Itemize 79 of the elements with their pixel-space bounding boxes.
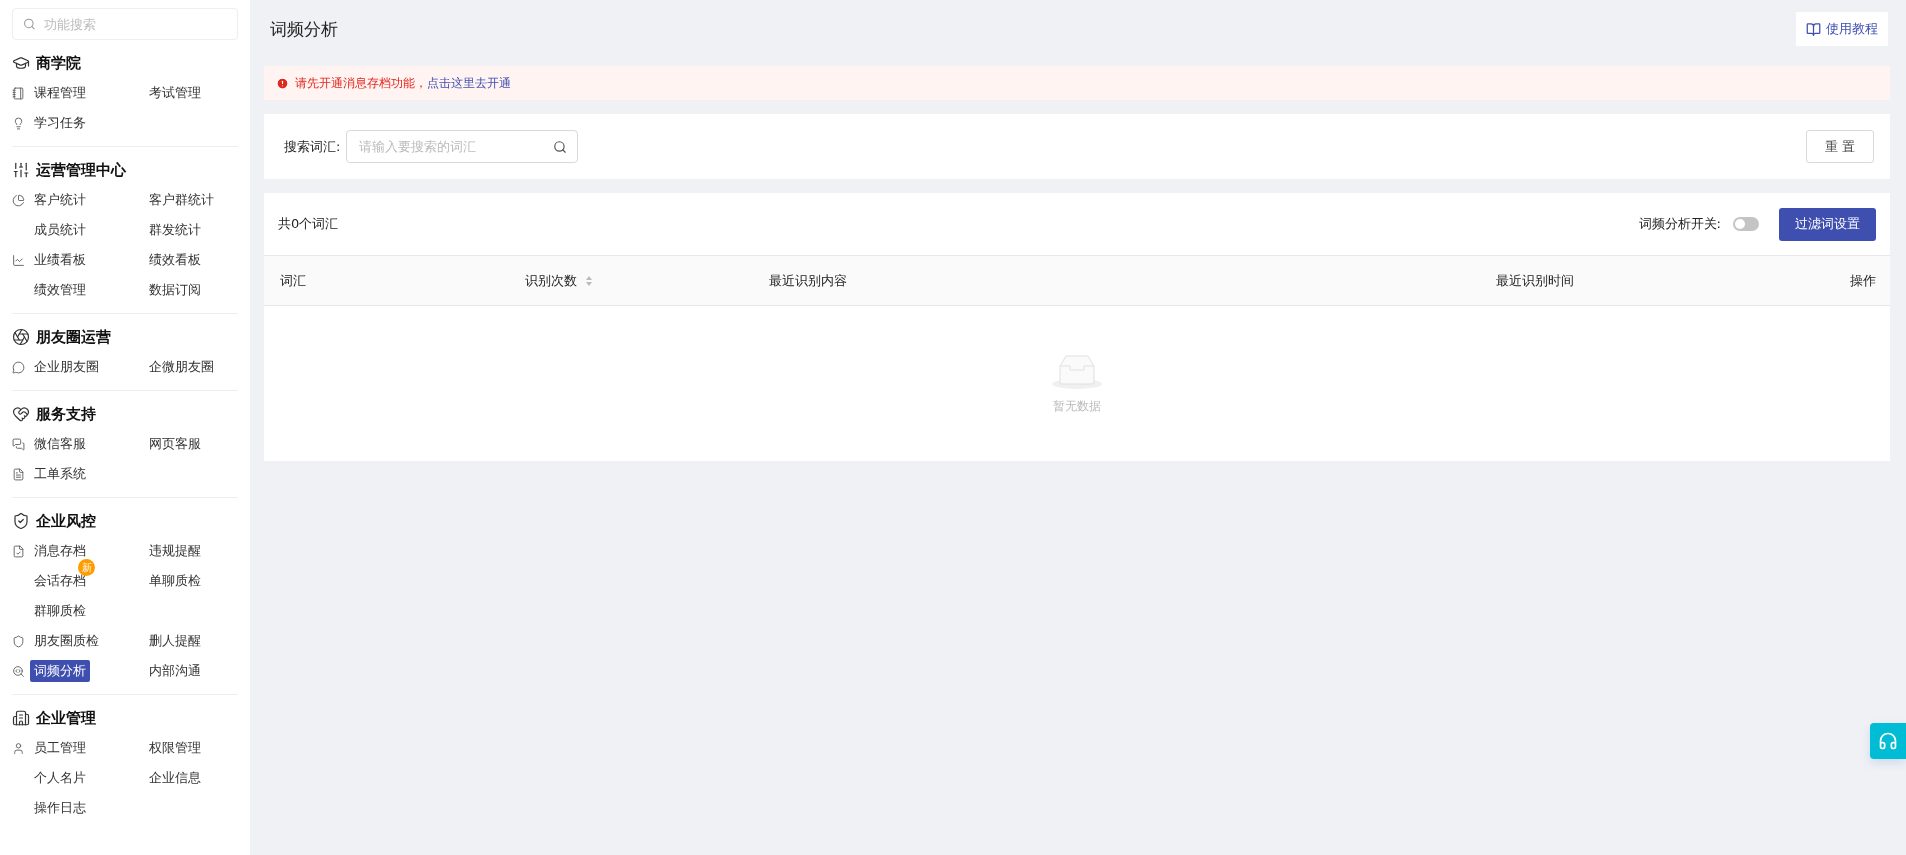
menu-item[interactable]: 单聊质检 [145, 570, 205, 592]
menu-item[interactable]: 群聊质检 [30, 600, 90, 622]
document-icon [12, 467, 25, 481]
graduation-cap-icon [12, 54, 30, 72]
section-title: 运营管理中心 [36, 160, 126, 180]
filter-words-button[interactable]: 过滤词设置 [1779, 207, 1876, 241]
word-count: 共0个词汇 [278, 215, 339, 233]
search-input[interactable]: 功能搜索 [41, 9, 227, 39]
menu-item[interactable]: 个人名片 [30, 767, 90, 789]
menu-item[interactable]: 员工管理 [30, 737, 90, 759]
reset-button[interactable]: 重 置 [1805, 130, 1874, 163]
menu-item[interactable]: 权限管理 [145, 737, 205, 759]
sliders-icon [12, 161, 30, 179]
sort-icon[interactable] [585, 274, 593, 287]
aperture-icon [12, 328, 30, 346]
menu-item[interactable]: 操作日志 [30, 797, 90, 819]
headset-icon [1878, 731, 1898, 751]
alert-icon [276, 76, 289, 90]
section-title: 朋友圈运营 [36, 327, 111, 347]
menu-item[interactable]: 内部沟通 [145, 660, 205, 682]
menu-item[interactable]: 朋友圈质检 [30, 630, 103, 652]
field-label: 搜索词汇: [284, 137, 341, 156]
section-title: 商学院 [36, 53, 81, 73]
pie-chart-icon [12, 193, 25, 207]
feature-search-field[interactable]: 功能搜索 [12, 8, 238, 40]
menu-item[interactable]: 业绩看板 [30, 249, 90, 271]
word-search-field[interactable]: 请输入要搜索的词汇 [346, 130, 579, 163]
menu-item[interactable]: 学习任务 [30, 112, 90, 134]
notebook-icon [12, 86, 25, 100]
menu-item[interactable]: 成员统计 [30, 219, 90, 241]
shield-check-icon [12, 512, 30, 530]
column-header: 识别次数 [525, 271, 577, 290]
column-header: 操作 [1850, 271, 1876, 290]
building-icon [12, 709, 30, 727]
column-header: 最近识别内容 [769, 271, 847, 290]
support-button[interactable] [1870, 723, 1906, 759]
speech-bubble-icon [12, 360, 25, 374]
line-chart-icon [12, 253, 25, 267]
menu-item[interactable]: 工单系统 [30, 463, 90, 485]
section-title: 企业风控 [36, 511, 96, 531]
shield-icon [12, 634, 25, 648]
chat-bubbles-icon [12, 437, 25, 451]
lightbulb-icon [12, 116, 25, 130]
menu-item[interactable]: 考试管理 [145, 82, 205, 104]
menu-item[interactable]: 词频分析 [30, 660, 90, 682]
menu-item[interactable]: 数据订阅 [145, 279, 205, 301]
menu-item[interactable]: 企微朋友圈 [145, 356, 218, 378]
search-icon [553, 139, 568, 154]
activate-link[interactable]: 点击这里去开通 [427, 74, 511, 92]
menu-item[interactable]: 微信客服 [30, 433, 90, 455]
empty-text: 暂无数据 [1053, 398, 1101, 415]
column-header: 最近识别时间 [1496, 271, 1574, 290]
menu-item[interactable]: 课程管理 [30, 82, 90, 104]
menu-item[interactable]: 企业朋友圈 [30, 356, 103, 378]
menu-item[interactable]: 群发统计 [145, 219, 205, 241]
book-icon [1806, 21, 1821, 37]
menu-item[interactable]: 违规提醒 [145, 540, 205, 562]
switch-label: 词频分析开关: [1638, 215, 1721, 233]
menu-item[interactable]: 消息存档 [30, 540, 90, 562]
menu-item[interactable]: 删人提醒 [145, 630, 205, 652]
analysis-switch[interactable] [1733, 217, 1759, 231]
menu-item[interactable]: 企业信息 [145, 767, 205, 789]
warning-text: 请先开通消息存档功能， [295, 74, 427, 92]
heart-handshake-icon [12, 405, 30, 423]
section-title: 服务支持 [36, 404, 96, 424]
column-header: 词汇 [280, 271, 306, 290]
menu-item[interactable]: 客户群统计 [145, 189, 218, 211]
page-title: 词频分析 [270, 17, 338, 41]
menu-item[interactable]: 绩效看板 [145, 249, 205, 271]
user-icon [12, 741, 25, 755]
file-check-icon [12, 544, 25, 558]
magnifier-icon [12, 664, 25, 678]
menu-item[interactable]: 客户统计 [30, 189, 90, 211]
tutorial-button[interactable]: 使用教程 [1796, 12, 1888, 46]
section-title: 企业管理 [36, 708, 96, 728]
menu-item[interactable]: 绩效管理 [30, 279, 90, 301]
search-icon [23, 17, 36, 31]
menu-item[interactable]: 网页客服 [145, 433, 205, 455]
empty-inbox-icon [1051, 352, 1103, 390]
